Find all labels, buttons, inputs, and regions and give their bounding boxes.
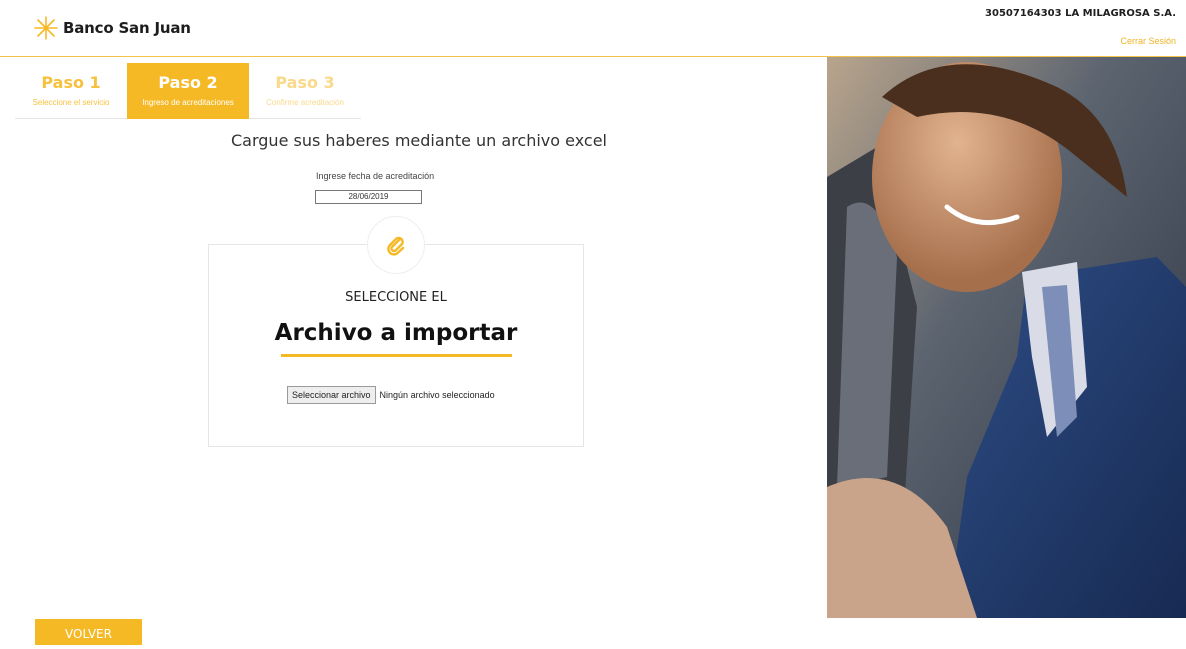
file-status: Ningún archivo seleccionado <box>379 390 495 400</box>
step-2[interactable]: Paso 2 Ingreso de acreditaciones <box>127 63 249 119</box>
sun-star-icon <box>34 16 58 40</box>
page-title: Cargue sus haberes mediante un archivo e… <box>231 131 607 150</box>
brand-name: Banco San Juan <box>63 19 191 37</box>
date-field[interactable] <box>315 190 422 204</box>
select-file-button[interactable]: Seleccionar archivo <box>287 386 376 404</box>
hero-photo <box>827 57 1186 618</box>
paperclip-badge <box>367 216 425 274</box>
bank-logo[interactable]: Banco San Juan <box>33 15 191 41</box>
date-label: Ingrese fecha de acreditación <box>316 171 435 181</box>
heading-underline <box>281 354 512 357</box>
step-title: Paso 3 <box>275 73 335 92</box>
upload-heading: Archivo a importar <box>274 320 518 346</box>
paperclip-icon <box>387 236 405 256</box>
step-title: Paso 2 <box>158 73 218 92</box>
file-picker: Seleccionar archivo Ningún archivo selec… <box>287 386 495 404</box>
step-subtitle: Seleccione el servicio <box>32 98 110 107</box>
back-button[interactable]: VOLVER <box>35 619 142 645</box>
step-1[interactable]: Paso 1 Seleccione el servicio <box>15 63 127 119</box>
wizard-steps: Paso 1 Seleccione el servicio Paso 2 Ing… <box>15 63 361 119</box>
select-label: SELECCIONE EL <box>345 290 447 305</box>
logout-link[interactable]: Cerrar Sesión <box>1120 36 1176 46</box>
header: Banco San Juan 30507164303 LA MILAGROSA … <box>0 0 1186 57</box>
step-title: Paso 1 <box>41 73 101 92</box>
step-subtitle: Confirme acreditación <box>266 98 344 107</box>
step-3[interactable]: Paso 3 Confirme acreditación <box>249 63 361 119</box>
businessman-photo <box>827 57 1186 618</box>
step-subtitle: Ingreso de acreditaciones <box>142 98 234 107</box>
company-name: 30507164303 LA MILAGROSA S.A. <box>985 8 1176 19</box>
